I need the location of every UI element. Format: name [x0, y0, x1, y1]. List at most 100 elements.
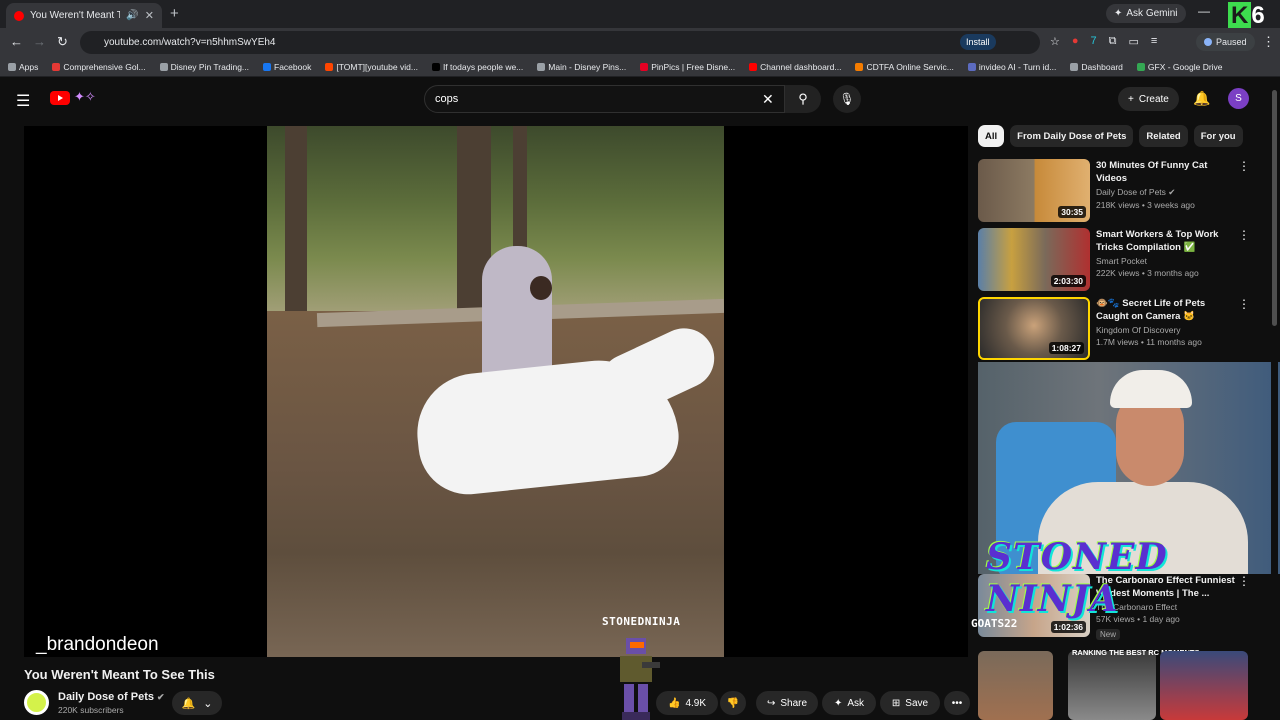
bookmark-item[interactable]: PinPics | Free Disne... [640, 62, 735, 72]
ask-label: Ask [847, 697, 865, 709]
bookmark-item[interactable]: GFX - Google Drive [1136, 62, 1223, 72]
thumbs-up-icon: 👍 [667, 697, 681, 709]
recommendation-chips: All From Daily Dose of Pets Related For … [978, 125, 1243, 147]
bookmarks-bar: Apps Comprehensive Gol... Disney Pin Tra… [0, 57, 1280, 77]
address-bar[interactable]: youtube.com/watch?v=n5hhmSwYEh4 [80, 31, 1040, 54]
bookmark-item[interactable]: Disney Pin Trading... [159, 62, 249, 72]
video-thumbnail[interactable]: 1:08:27 [978, 297, 1090, 360]
video-thumbnail[interactable] [978, 651, 1053, 720]
search-input[interactable]: cops [424, 85, 785, 113]
bookmark-item[interactable]: Channel dashboard... [749, 62, 841, 72]
more-options-icon[interactable]: ⋮ [1238, 228, 1250, 242]
video-thumbnail[interactable] [1160, 651, 1248, 720]
install-label: Install [966, 37, 990, 47]
subscription-bell-button[interactable]: 🔔 ⌄ [172, 691, 222, 715]
bookmark-label: PinPics | Free Disne... [651, 61, 736, 72]
verified-icon: ✔ [1168, 187, 1176, 197]
save-button[interactable]: ⊞ Save [880, 691, 940, 715]
bookmark-item[interactable]: Dashboard [1070, 62, 1123, 72]
chip-all[interactable]: All [978, 125, 1005, 147]
puzzle-icon[interactable]: ⧉ [1109, 35, 1117, 48]
share-button[interactable]: ↪ Share [756, 691, 818, 715]
extension-icon[interactable]: 7 [1091, 35, 1097, 48]
recommendation-item[interactable]: 30:35 30 Minutes Of Funny Cat Videos Dai… [978, 159, 1268, 223]
recommendation-meta: 218K views • 3 weeks ago [1096, 200, 1195, 210]
video-thumbnail[interactable]: 30:35 [978, 159, 1090, 222]
cast-icon[interactable]: ▭ [1129, 35, 1139, 48]
install-button[interactable]: Install [960, 34, 996, 50]
ask-gemini-button[interactable]: ✦ Ask Gemini [1106, 4, 1186, 23]
menu-icon[interactable]: ☰ [16, 91, 30, 111]
more-actions-button[interactable]: ••• [944, 691, 970, 715]
chip-label: Related [1146, 130, 1181, 142]
bookmark-item[interactable]: Apps [8, 62, 38, 72]
avatar[interactable]: S [1228, 88, 1249, 109]
reload-icon[interactable]: ↻ [57, 34, 68, 50]
bookmark-item[interactable]: If todays people we... [431, 62, 523, 72]
chip-for-you[interactable]: For you [1193, 125, 1243, 147]
bookmark-item[interactable]: [TOMT][youtube vid... [325, 62, 418, 72]
video-thumbnail[interactable]: 2:03:30 [978, 228, 1090, 291]
recommendation-title[interactable]: 30 Minutes Of Funny Cat Videos [1096, 159, 1236, 185]
tiktok-icon [431, 62, 440, 71]
browser-tab[interactable]: You Weren't Meant To See 🔊 ✕ [6, 3, 162, 28]
duration-badge: 2:03:30 [1050, 275, 1086, 287]
recommendation-channel[interactable]: Kingdom Of Discovery [1096, 325, 1236, 335]
speaker-icon[interactable]: 🔊 [126, 10, 138, 21]
channel-name[interactable]: Daily Dose of Pets ✔ [58, 691, 165, 703]
recommendation-title[interactable]: Smart Workers & Top Work Tricks Compilat… [1096, 228, 1236, 254]
forward-icon[interactable]: → [33, 34, 46, 49]
scrollbar-thumb[interactable] [1272, 90, 1277, 326]
create-button[interactable]: + Create [1118, 87, 1179, 111]
browser-toolbar: ← → ↻ youtube.com/watch?v=n5hhmSwYEh4 In… [0, 28, 1280, 57]
watermark-username: _brandondeon [36, 634, 159, 655]
profile-paused-button[interactable]: Paused [1196, 33, 1255, 51]
youtube-logo-icon[interactable] [50, 91, 70, 105]
recommendation-channel[interactable]: Daily Dose of Pets ✔ [1096, 187, 1236, 198]
bookmark-favicon-icon [52, 62, 61, 71]
dislike-button[interactable]: 👎 [720, 691, 746, 715]
like-count: 4.9K [685, 697, 707, 709]
media-icon[interactable]: ≡ [1151, 35, 1157, 48]
ask-button[interactable]: ✦ Ask [822, 691, 876, 715]
bookmark-label: Channel dashboard... [760, 61, 842, 72]
back-icon[interactable]: ← [10, 34, 23, 49]
minimize-icon[interactable]: — [1198, 4, 1210, 18]
channel-avatar[interactable] [24, 690, 49, 715]
bookmark-item[interactable]: Comprehensive Gol... [52, 62, 146, 72]
recommendation-title[interactable]: 🐵🐾 Secret Life of Pets Caught on Camera … [1096, 297, 1236, 323]
notifications-icon[interactable]: 🔔 [1193, 90, 1210, 107]
voice-search-button[interactable]: 🎙 [833, 85, 861, 113]
more-options-icon[interactable]: ⋮ [1238, 159, 1250, 173]
browser-menu-icon[interactable]: ⋮ [1262, 34, 1275, 50]
close-tab-icon[interactable]: ✕ [145, 9, 154, 22]
bookmark-label: CDTFA Online Servic... [866, 61, 954, 72]
thumbs-down-icon: 👎 [726, 697, 740, 709]
bookmark-item[interactable]: Facebook [263, 62, 311, 72]
recommendation-item[interactable]: 1:08:27 🐵🐾 Secret Life of Pets Caught on… [978, 297, 1268, 361]
bookmark-label: invideo AI - Turn id... [978, 61, 1057, 72]
new-tab-button[interactable]: + [170, 5, 179, 22]
chip-related[interactable]: Related [1139, 125, 1188, 147]
video-player[interactable]: _brandondeon STONEDNINJA [24, 126, 968, 657]
more-options-icon[interactable]: ⋮ [1238, 297, 1250, 311]
youtube-favicon-icon [14, 10, 24, 21]
chip-from-channel[interactable]: From Daily Dose of Pets [1010, 125, 1134, 147]
bookmark-item[interactable]: invideo AI - Turn id... [967, 61, 1057, 72]
doodle-logo-icon[interactable]: ✦✧ [74, 89, 96, 105]
bookmark-label: Dashboard [1081, 61, 1123, 72]
like-button[interactable]: 👍 4.9K [656, 691, 718, 715]
child-face [530, 276, 552, 300]
recommendation-meta: 1.7M views • 11 months ago [1096, 337, 1202, 347]
video-thumbnail[interactable] [1068, 651, 1156, 720]
bookmark-item[interactable]: Main - Disney Pins... [537, 62, 626, 72]
bookmark-star-icon[interactable]: ☆ [1050, 35, 1060, 48]
clear-search-icon[interactable]: ✕ [762, 91, 774, 108]
search-button[interactable]: ⚲ [785, 85, 821, 113]
search-value: cops [435, 93, 459, 105]
page-scrollbar[interactable] [1271, 84, 1278, 720]
bookmark-item[interactable]: CDTFA Online Servic... [855, 61, 954, 72]
recommendation-item[interactable]: 2:03:30 Smart Workers & Top Work Tricks … [978, 228, 1268, 292]
recommendation-channel[interactable]: Smart Pocket [1096, 256, 1236, 266]
extension-icon[interactable]: ● [1072, 35, 1079, 48]
